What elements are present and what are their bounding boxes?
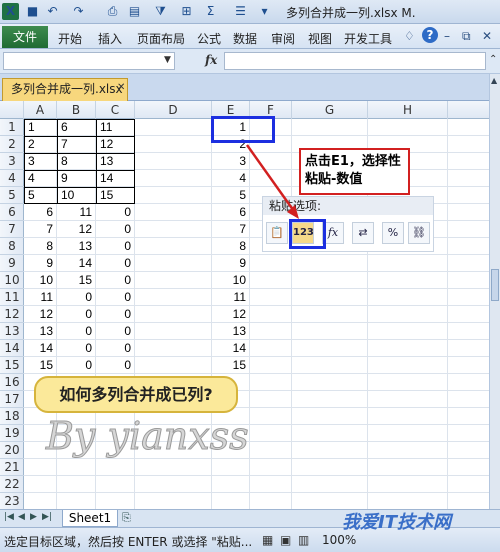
- annotation-arrow: [245, 144, 299, 219]
